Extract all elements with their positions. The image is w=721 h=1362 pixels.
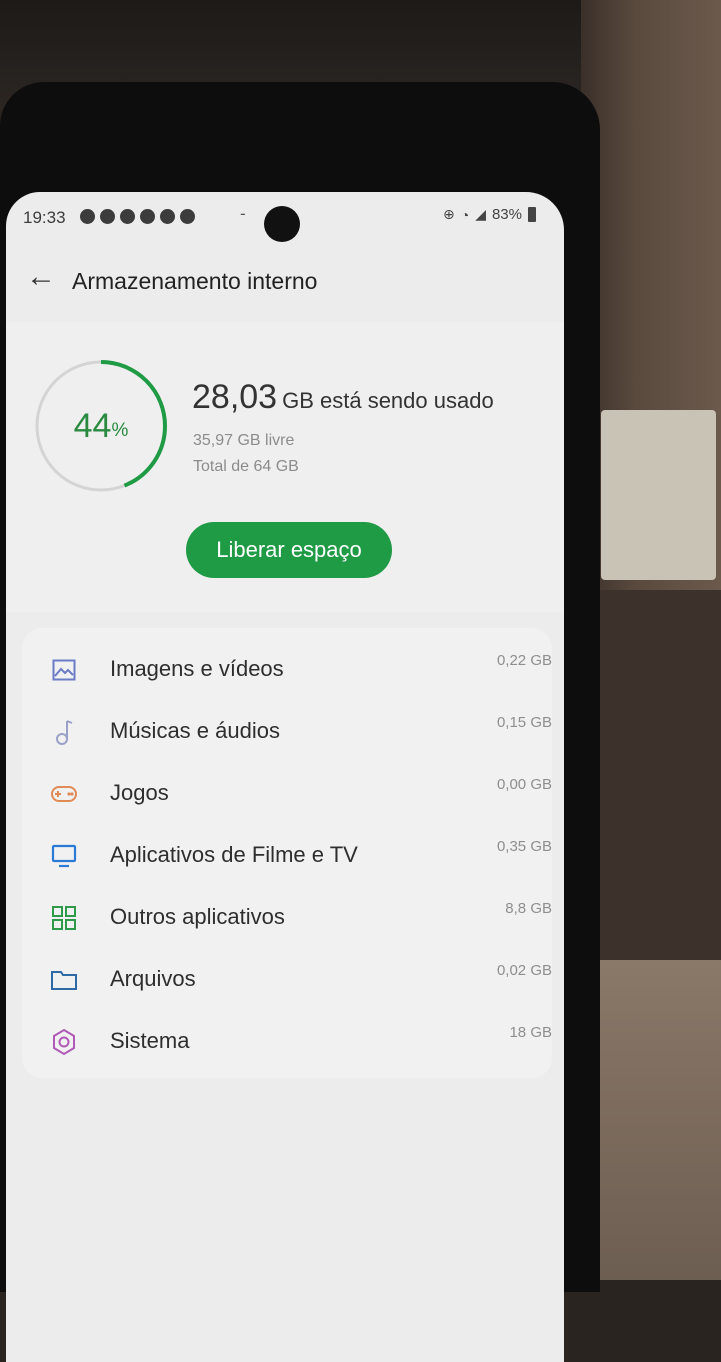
back-arrow-icon[interactable]: ← (26, 262, 56, 292)
music-note-icon (50, 718, 78, 746)
list-item-music-audio[interactable]: Músicas e áudios 0,15 GB (22, 700, 552, 762)
sync-icon: ⊕ (442, 206, 455, 222)
category-label: Músicas e áudios (110, 718, 280, 743)
photo-background-right (581, 0, 721, 1280)
wifi-icon: ◔ (460, 206, 470, 223)
messenger-icon (180, 209, 195, 224)
front-camera (264, 206, 300, 242)
category-size: 0,22 GB (496, 652, 552, 669)
used-amount: 28,03 (192, 378, 278, 416)
category-label: Imagens e vídeos (110, 656, 284, 681)
category-size: 0,00 GB (496, 776, 552, 793)
category-label: Outros aplicativos (110, 904, 285, 929)
battery-icon (528, 207, 536, 222)
phone-body: 19:33 - ⊕ ◔ ◢ 83% ← Armazenamento intern… (0, 82, 600, 1362)
category-size: 18 GB (509, 1024, 552, 1041)
apps-grid-icon (50, 904, 78, 932)
usage-percent-value: 44 (73, 406, 112, 445)
app-header: ← Armazenamento interno (6, 252, 564, 312)
notification-icons (80, 209, 195, 224)
folder-icon (50, 966, 78, 994)
signal-icon: ◢ (475, 206, 486, 222)
list-item-files[interactable]: Arquivos 0,02 GB (22, 948, 552, 1010)
category-label: Aplicativos de Filme e TV (110, 842, 358, 867)
gamepad-icon (50, 780, 78, 808)
list-item-games[interactable]: Jogos 0,00 GB (22, 762, 552, 824)
phone-screen: 19:33 - ⊕ ◔ ◢ 83% ← Armazenamento intern… (6, 192, 564, 1362)
category-label: Jogos (110, 780, 169, 805)
used-text: GB está sendo usado (282, 388, 494, 413)
category-size: 0,02 GB (496, 962, 552, 979)
messenger-icon (120, 209, 135, 224)
status-indicators: ⊕ ◔ ◢ 83% (443, 206, 536, 223)
usage-percent-sign: % (111, 420, 129, 441)
category-size: 0,15 GB (496, 714, 552, 731)
category-label: Arquivos (110, 966, 196, 991)
gear-icon (50, 1028, 78, 1056)
background-box (601, 410, 716, 580)
messenger-icon (160, 209, 175, 224)
background-shelf (581, 590, 721, 970)
category-label: Sistema (110, 1028, 190, 1053)
list-item-other-apps[interactable]: Outros aplicativos 8,8 GB (22, 886, 552, 948)
facebook-icon (100, 209, 115, 224)
messenger-icon (80, 209, 95, 224)
facebook-icon (140, 209, 155, 224)
status-bar: 19:33 - ⊕ ◔ ◢ 83% (6, 192, 564, 244)
page-title: Armazenamento interno (72, 268, 318, 294)
tv-icon (50, 842, 78, 870)
background-floor (581, 960, 721, 1280)
category-size: 0,35 GB (496, 838, 552, 855)
status-separator: - (240, 204, 246, 223)
battery-percent: 83% (491, 206, 522, 223)
list-item-system[interactable]: Sistema 18 GB (22, 1010, 552, 1072)
list-item-film-tv-apps[interactable]: Aplicativos de Filme e TV 0,35 GB (22, 824, 552, 886)
category-list: Imagens e vídeos 0,22 GB Músicas e áudio… (22, 628, 552, 1078)
total-storage: Total de 64 GB (193, 458, 299, 475)
used-storage: 28,03 GB está sendo usado (192, 378, 494, 417)
storage-summary: 44 % 28,03 GB está sendo usado 35,97 GB l… (6, 322, 564, 612)
usage-percent: 44 % (32, 357, 170, 495)
category-size: 8,8 GB (505, 900, 552, 917)
free-space-button[interactable]: Liberar espaço (186, 522, 392, 578)
free-storage: 35,97 GB livre (193, 432, 295, 449)
list-item-images-videos[interactable]: Imagens e vídeos 0,22 GB (22, 638, 552, 700)
image-icon (50, 656, 78, 684)
status-time: 19:33 (23, 208, 66, 227)
